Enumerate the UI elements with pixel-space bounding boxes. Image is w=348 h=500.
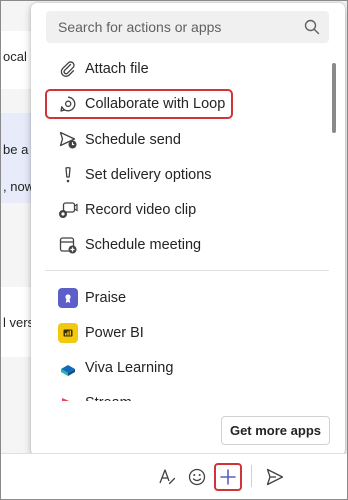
- loop-icon: [53, 95, 83, 113]
- menu-item-schedule-meeting[interactable]: Schedule meeting: [45, 230, 323, 260]
- chat-message-text: , now: [3, 179, 35, 194]
- get-more-apps-button[interactable]: Get more apps: [220, 416, 330, 445]
- video-clip-icon: [53, 200, 83, 220]
- viva-learning-icon: [58, 358, 78, 378]
- delivery-options-icon: [53, 166, 83, 184]
- chat-message-text: l vers: [3, 315, 35, 330]
- format-icon[interactable]: [153, 463, 181, 491]
- menu-item-label: Schedule meeting: [85, 237, 202, 253]
- search-box[interactable]: [46, 11, 329, 43]
- app-tile: [53, 288, 83, 308]
- menu-item-label: Attach file: [85, 61, 149, 77]
- menu-item-collaborate-with-loop[interactable]: Collaborate with Loop: [45, 89, 233, 119]
- search-input[interactable]: [46, 19, 295, 35]
- app-item-praise[interactable]: Praise: [45, 283, 323, 313]
- search-icon[interactable]: [295, 11, 329, 43]
- app-tile: [53, 323, 83, 343]
- menu-item-label: Collaborate with Loop: [85, 96, 226, 112]
- compose-toolbar: [1, 453, 347, 499]
- menu-item-schedule-send[interactable]: Schedule send: [45, 125, 323, 155]
- app-tile: [53, 358, 83, 378]
- scrollbar-thumb[interactable]: [332, 63, 336, 133]
- chat-message-text: ocal: [3, 49, 27, 64]
- send-icon[interactable]: [261, 463, 289, 491]
- emoji-icon[interactable]: [183, 463, 211, 491]
- menu-item-record-video-clip[interactable]: Record video clip: [45, 195, 323, 225]
- menu-item-label: Record video clip: [85, 202, 197, 218]
- app-item-viva-learning[interactable]: Viva Learning: [45, 353, 323, 383]
- teams-window: ocal be a , now l vers Attach file Colla…: [0, 0, 348, 500]
- toolbar-divider: [251, 465, 252, 487]
- divider: [45, 270, 329, 271]
- menu-item-set-delivery-options[interactable]: Set delivery options: [45, 160, 323, 190]
- actions-and-apps-flyout: Attach file Collaborate with Loop Schedu…: [31, 3, 345, 455]
- app-item-label: Viva Learning: [85, 360, 174, 376]
- praise-icon: [58, 288, 78, 308]
- power-bi-icon: [58, 323, 78, 343]
- app-item-label: Power BI: [85, 325, 144, 341]
- menu-item-attach-file[interactable]: Attach file: [45, 54, 323, 84]
- paperclip-icon: [53, 60, 83, 78]
- schedule-send-icon: [53, 130, 83, 150]
- plus-icon[interactable]: [214, 463, 242, 491]
- chat-message-text: be a: [3, 142, 29, 157]
- app-item-label: Praise: [85, 290, 127, 306]
- menu-item-label: Schedule send: [85, 132, 181, 148]
- app-item-power-bi[interactable]: Power BI: [45, 318, 323, 348]
- schedule-meeting-icon: [53, 235, 83, 255]
- flyout-footer: Get more apps: [31, 401, 345, 455]
- menu-item-label: Set delivery options: [85, 167, 212, 183]
